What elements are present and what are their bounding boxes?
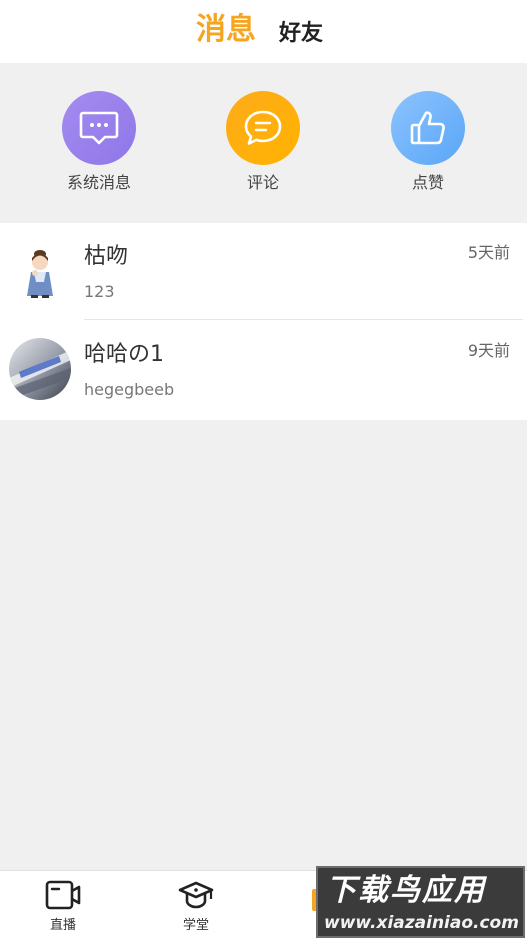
likes-label: 点赞: [411, 173, 444, 192]
graduation-cap-icon: [178, 881, 214, 909]
message-dots-icon: [62, 91, 136, 165]
row-divider: [84, 319, 523, 320]
tab-friends[interactable]: 好友: [279, 16, 323, 52]
top-header: 消息 好友: [0, 0, 527, 63]
conversation-name: 枯吻: [84, 244, 129, 269]
conversation-list: 枯吻 123 5天前 哈哈の1 hegegbeeb 9天前: [0, 223, 527, 420]
watermark-url: www.xiazainiao.com: [324, 913, 519, 933]
tab-live[interactable]: 直播: [28, 879, 98, 934]
tab-messages[interactable]: 消息: [196, 12, 256, 48]
conversation-preview: hegegbeeb: [84, 380, 175, 399]
watermark-logo: 下载鸟应用 www.xiazainiao.com: [316, 866, 525, 938]
likes-button[interactable]: 点赞: [368, 91, 488, 193]
blurred-photo-avatar[interactable]: [9, 338, 71, 400]
conversation-time: 5天前: [467, 243, 510, 262]
system-messages-button[interactable]: 系统消息: [39, 91, 159, 193]
comment-icon: [226, 91, 300, 165]
comments-button[interactable]: 评论: [203, 91, 323, 193]
tab-school-label: 学堂: [182, 918, 209, 933]
comments-label: 评论: [246, 173, 279, 192]
thumbs-up-icon: [391, 91, 465, 165]
conversation-time: 9天前: [467, 341, 510, 360]
conversation-preview: 123: [84, 282, 115, 301]
cartoon-girl-avatar[interactable]: [9, 240, 71, 302]
tab-school[interactable]: 学堂: [161, 879, 231, 934]
system-messages-label: 系统消息: [66, 173, 131, 192]
conversation-name: 哈哈の1: [84, 342, 164, 367]
watermark-title: 下载鸟应用: [326, 873, 486, 908]
conversation-row[interactable]: 哈哈の1 hegegbeeb 9天前: [0, 321, 527, 420]
conversation-row[interactable]: 枯吻 123 5天前: [0, 223, 527, 321]
tab-live-label: 直播: [49, 918, 76, 933]
live-camera-icon: [45, 880, 81, 910]
category-shortcuts: 系统消息 评论 点赞: [0, 63, 527, 223]
